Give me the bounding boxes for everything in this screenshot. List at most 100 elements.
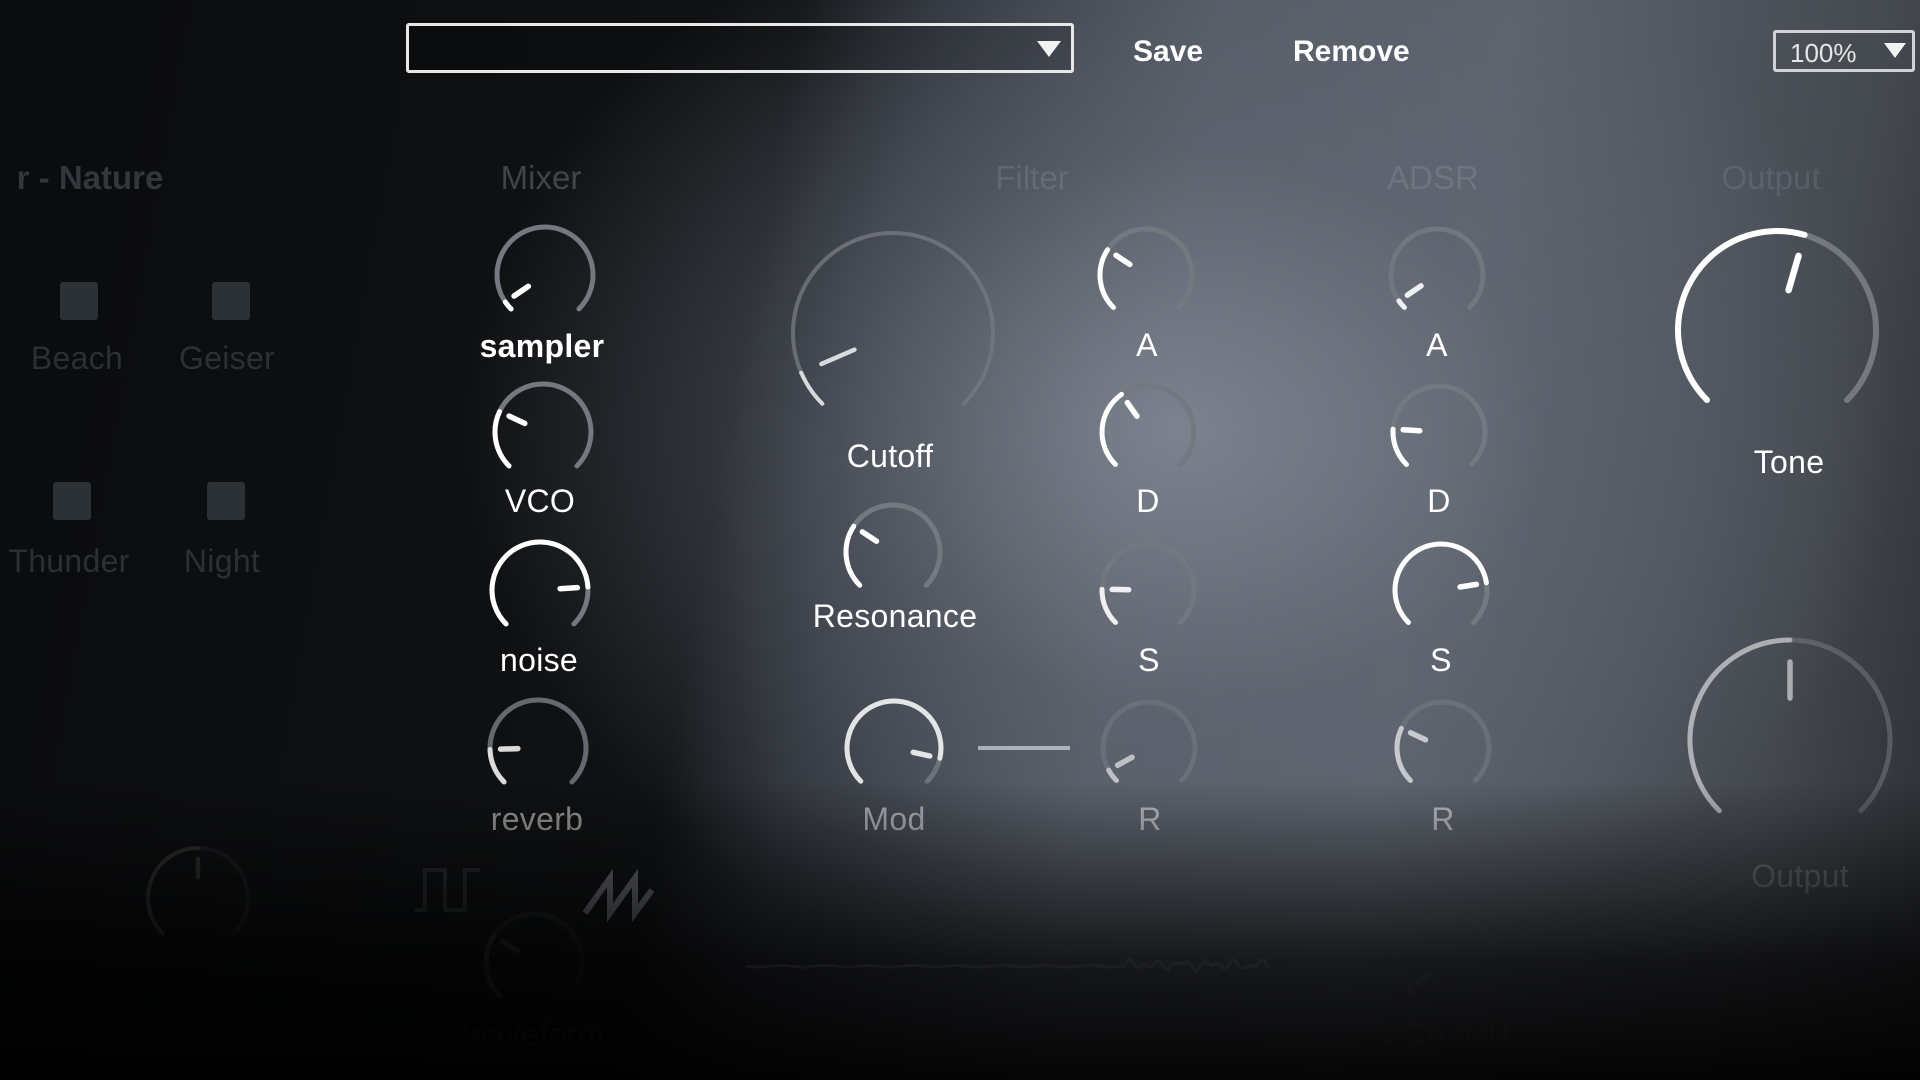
knob-indicator bbox=[499, 938, 520, 954]
knob-track bbox=[492, 381, 594, 469]
knob-value-arc bbox=[844, 698, 944, 784]
knob-label-reverb: reverb bbox=[490, 801, 584, 837]
knob-sampler[interactable] bbox=[488, 218, 602, 332]
knob-filter-release[interactable] bbox=[1094, 693, 1204, 803]
knob-label-mod: Mod bbox=[862, 801, 926, 837]
knob-label-waveform: waveform bbox=[463, 1016, 605, 1052]
pad-beach[interactable] bbox=[60, 282, 98, 320]
knob-label-filter-decay: D bbox=[1136, 483, 1160, 519]
knob-output[interactable] bbox=[1681, 631, 1899, 849]
remove-button[interactable]: Remove bbox=[1293, 35, 1410, 69]
knob-label-filter-attack: A bbox=[1136, 327, 1158, 363]
knob-indicator bbox=[557, 584, 581, 592]
knob-lower-left[interactable] bbox=[140, 840, 256, 956]
pad-thunder[interactable] bbox=[53, 482, 91, 520]
sawtooth-wave-icon[interactable] bbox=[580, 868, 660, 928]
knob-track bbox=[843, 502, 943, 588]
knob-indicator bbox=[910, 749, 933, 759]
knob-filter-sustain[interactable] bbox=[1093, 535, 1203, 645]
knob-filter-decay[interactable] bbox=[1093, 377, 1203, 487]
section-title-output: Output bbox=[1721, 159, 1821, 196]
knob-label-adsr-sustain: S bbox=[1430, 642, 1452, 678]
knob-indicator bbox=[1785, 252, 1802, 294]
knob-value-arc bbox=[1099, 586, 1118, 626]
knob-label-adsr-attack: A bbox=[1426, 327, 1448, 363]
knob-value-arc bbox=[1390, 426, 1409, 468]
knob-label-adsr-release: R bbox=[1431, 801, 1455, 837]
knob-filter-attack[interactable] bbox=[1091, 220, 1201, 330]
knob-value-arc bbox=[1099, 391, 1125, 468]
knob-indicator bbox=[506, 413, 528, 427]
knob-track bbox=[483, 911, 585, 999]
knob-vco[interactable] bbox=[486, 375, 600, 489]
knob-mod[interactable] bbox=[838, 692, 950, 804]
preset-dropdown[interactable] bbox=[406, 23, 1074, 73]
zoom-select[interactable]: 100% bbox=[1773, 30, 1915, 72]
knob-value-arc bbox=[146, 846, 200, 936]
knob-indicator bbox=[1400, 426, 1423, 434]
section-title-nature: r - Nature bbox=[16, 159, 164, 196]
knob-noise[interactable] bbox=[483, 533, 597, 647]
knob-value-arc bbox=[489, 539, 591, 627]
knob-waveform[interactable] bbox=[477, 905, 591, 1019]
knob-indicator bbox=[1404, 283, 1424, 298]
knob-adsr-sustain[interactable] bbox=[1386, 535, 1496, 645]
knob-indicator bbox=[497, 745, 521, 752]
knob-reverb[interactable] bbox=[481, 691, 595, 805]
knob-indicator bbox=[1414, 970, 1435, 986]
section-title-adsr: ADSR bbox=[1387, 159, 1479, 196]
knob-value-arc bbox=[1394, 725, 1413, 784]
knob-value-arc bbox=[1687, 637, 1793, 814]
knob-tone[interactable] bbox=[1668, 221, 1886, 439]
knob-value-arc bbox=[483, 933, 503, 999]
mod-link-line bbox=[978, 746, 1070, 750]
knob-adsr-decay[interactable] bbox=[1384, 377, 1494, 487]
knob-vca-init[interactable] bbox=[1391, 905, 1505, 1019]
knob-value-arc bbox=[799, 370, 825, 406]
synth-app: Save Remove 100% r - Nature Mixer Filter… bbox=[0, 0, 1920, 1080]
knob-resonance[interactable] bbox=[837, 496, 949, 608]
pad-label-night: Night bbox=[183, 543, 261, 579]
save-button[interactable]: Save bbox=[1133, 35, 1203, 69]
knob-label-filter-release: R bbox=[1138, 801, 1162, 837]
knob-indicator bbox=[859, 529, 880, 544]
knob-value-arc bbox=[492, 409, 512, 469]
knob-label-vco: VCO bbox=[504, 483, 576, 519]
knob-track bbox=[791, 231, 995, 406]
knob-value-arc bbox=[1405, 986, 1417, 999]
knob-label-sampler: sampler bbox=[479, 328, 605, 364]
pad-label-beach: Beach bbox=[30, 340, 124, 376]
knob-track bbox=[1100, 699, 1198, 784]
knob-label-cutoff: Cutoff bbox=[846, 438, 934, 474]
knob-label-adsr-decay: D bbox=[1427, 483, 1451, 519]
knob-indicator bbox=[511, 283, 532, 299]
knob-indicator bbox=[1457, 581, 1480, 590]
pad-night[interactable] bbox=[207, 482, 245, 520]
knob-track bbox=[1097, 226, 1195, 311]
knob-adsr-attack[interactable] bbox=[1382, 220, 1492, 330]
knob-adsr-release[interactable] bbox=[1388, 693, 1498, 803]
knob-label-tone: Tone bbox=[1753, 444, 1825, 480]
knob-track bbox=[1099, 541, 1197, 626]
knob-indicator bbox=[819, 347, 857, 367]
knob-label-output: Output bbox=[1751, 858, 1849, 894]
section-title-mixer: Mixer bbox=[500, 159, 582, 196]
knob-label-vca-init: VCA INIT bbox=[1380, 1016, 1516, 1052]
knob-label-filter-sustain: S bbox=[1138, 642, 1160, 678]
knob-label-resonance: Resonance bbox=[812, 598, 978, 634]
pad-label-thunder: Thunder bbox=[8, 543, 130, 579]
knob-track bbox=[1394, 699, 1492, 784]
triangle-down-icon bbox=[1884, 43, 1906, 58]
pad-geiser[interactable] bbox=[212, 282, 250, 320]
knob-track bbox=[487, 697, 589, 785]
knob-track bbox=[1390, 383, 1488, 468]
zoom-select-value: 100% bbox=[1790, 38, 1857, 68]
knob-value-arc bbox=[487, 747, 507, 785]
waveform-display bbox=[746, 957, 1270, 974]
knob-indicator bbox=[1407, 729, 1429, 743]
knob-label-noise: noise bbox=[500, 642, 578, 678]
knob-cutoff[interactable] bbox=[785, 225, 1001, 441]
knob-value-arc bbox=[1097, 247, 1116, 311]
knob-indicator bbox=[1114, 754, 1135, 769]
section-title-filter: Filter bbox=[995, 159, 1069, 196]
